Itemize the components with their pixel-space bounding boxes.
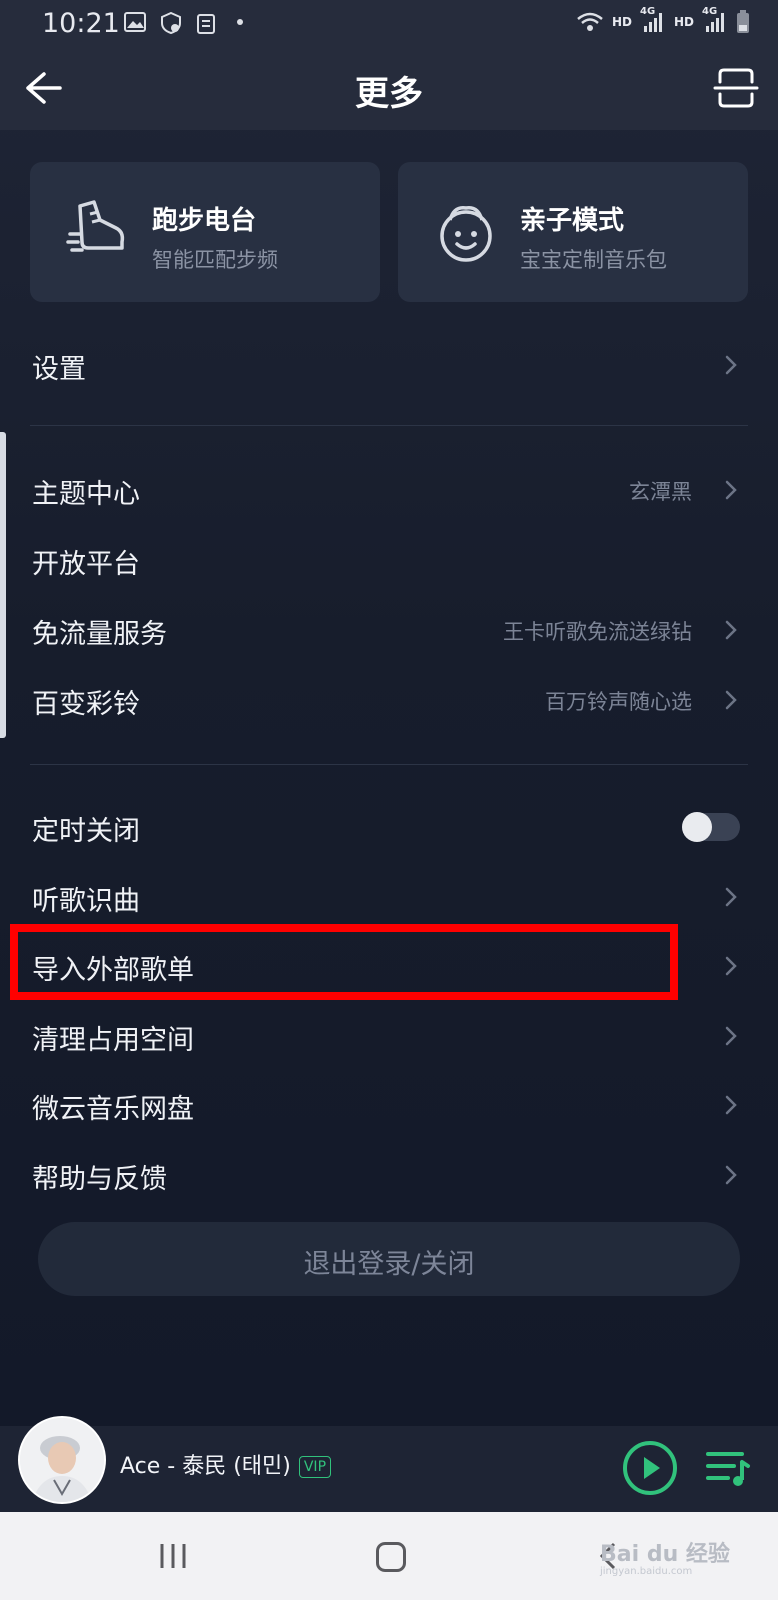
status-time: 10:21 bbox=[42, 8, 120, 39]
recent-apps-icon[interactable] bbox=[158, 1542, 188, 1570]
theme-center-value: 玄潭黑 bbox=[629, 480, 692, 504]
dot-icon bbox=[237, 19, 243, 25]
card-subtitle: 宝宝定制音乐包 bbox=[520, 248, 667, 272]
free-data-value: 王卡听歌免流送绿钻 bbox=[503, 620, 692, 644]
highlight-box bbox=[10, 924, 678, 1000]
chevron-right-icon bbox=[725, 1095, 737, 1115]
card-title: 跑步电台 bbox=[152, 206, 257, 236]
song-recognition-label: 听歌识曲 bbox=[32, 886, 140, 917]
timer-row: 定时关闭 bbox=[0, 795, 778, 859]
playlist-icon[interactable] bbox=[704, 1444, 752, 1492]
chevron-right-icon bbox=[725, 480, 737, 500]
timer-label: 定时关闭 bbox=[32, 816, 140, 847]
ringtone-row[interactable]: 百变彩铃 百万铃声随心选 bbox=[0, 668, 778, 732]
vpn-shield-icon bbox=[161, 12, 181, 34]
edge-panel-handle[interactable] bbox=[0, 432, 6, 738]
ringtone-label: 百变彩铃 bbox=[32, 689, 140, 720]
header: 更多 bbox=[0, 46, 778, 130]
divider bbox=[30, 764, 748, 765]
ringtone-value: 百万铃声随心选 bbox=[545, 690, 692, 714]
album-art[interactable] bbox=[18, 1416, 106, 1504]
logout-label: 退出登录/关闭 bbox=[303, 1249, 475, 1280]
chevron-right-icon bbox=[725, 1026, 737, 1046]
settings-row[interactable]: 设置 bbox=[0, 333, 778, 397]
theme-center-label: 主题中心 bbox=[32, 479, 140, 510]
baby-face-icon bbox=[440, 206, 492, 262]
vip-badge: VIP bbox=[298, 1456, 332, 1478]
logout-button[interactable]: 退出登录/关闭 bbox=[38, 1222, 740, 1296]
card-title: 亲子模式 bbox=[520, 206, 625, 236]
scan-icon[interactable] bbox=[712, 64, 760, 112]
clean-space-label: 清理占用空间 bbox=[32, 1025, 194, 1056]
signal-icon: 4G bbox=[640, 6, 666, 34]
chevron-right-icon bbox=[725, 887, 737, 907]
network-1-label: HD bbox=[611, 15, 632, 29]
signal-icon-2: 4G bbox=[702, 6, 728, 34]
chevron-right-icon bbox=[725, 1165, 737, 1185]
running-radio-card[interactable]: 跑步电台 智能匹配步频 bbox=[30, 162, 380, 302]
running-shoe-icon bbox=[66, 200, 125, 252]
watermark-brand: Bai du 经验 bbox=[600, 1542, 730, 1567]
free-data-row[interactable]: 免流量服务 王卡听歌免流送绿钻 bbox=[0, 598, 778, 662]
help-feedback-label: 帮助与反馈 bbox=[32, 1164, 167, 1195]
clean-space-row[interactable]: 清理占用空间 bbox=[0, 1004, 778, 1068]
watermark-url: jingyan.baidu.com bbox=[600, 1566, 693, 1577]
now-playing-title: Ace - 泰民 (태민) VIP bbox=[120, 1448, 332, 1480]
clipboard-icon bbox=[197, 14, 215, 34]
weiyun-disk-row[interactable]: 微云音乐网盘 bbox=[0, 1073, 778, 1137]
kids-mode-card[interactable]: 亲子模式 宝宝定制音乐包 bbox=[398, 162, 748, 302]
weiyun-disk-label: 微云音乐网盘 bbox=[32, 1094, 194, 1125]
chevron-right-icon bbox=[725, 355, 737, 375]
page-title: 更多 bbox=[355, 74, 423, 114]
mini-player[interactable]: Ace - 泰民 (태민) VIP bbox=[0, 1416, 778, 1512]
battery-icon bbox=[737, 10, 749, 33]
status-right: HD 4G HD 4G bbox=[576, 6, 750, 34]
open-platform-label: 开放平台 bbox=[32, 549, 140, 580]
status-bar: 10:21 HD 4G HD 4G bbox=[0, 0, 778, 46]
screen: 10:21 HD 4G HD 4G 更多 跑步电台 智能匹配步频 亲子模式 宝宝… bbox=[0, 0, 778, 1600]
card-subtitle: 智能匹配步频 bbox=[152, 248, 278, 272]
image-icon bbox=[124, 12, 146, 32]
help-feedback-row[interactable]: 帮助与反馈 bbox=[0, 1143, 778, 1207]
toggle-knob bbox=[682, 812, 712, 842]
chevron-right-icon bbox=[725, 690, 737, 710]
free-data-label: 免流量服务 bbox=[32, 619, 167, 650]
timer-toggle[interactable] bbox=[682, 812, 740, 842]
song-recognition-row[interactable]: 听歌识曲 bbox=[0, 865, 778, 929]
play-icon[interactable] bbox=[622, 1440, 678, 1496]
settings-label: 设置 bbox=[32, 354, 86, 385]
baidu-watermark: Bai du 经验 jingyan.baidu.com bbox=[600, 1536, 730, 1577]
wifi-icon bbox=[577, 12, 603, 31]
open-platform-row[interactable]: 开放平台 bbox=[0, 528, 778, 592]
chevron-right-icon bbox=[725, 620, 737, 640]
song-title: Ace - 泰民 (태민) bbox=[120, 1454, 291, 1479]
home-icon[interactable] bbox=[376, 1542, 406, 1572]
theme-center-row[interactable]: 主题中心 玄潭黑 bbox=[0, 458, 778, 522]
divider bbox=[30, 425, 748, 426]
chevron-right-icon bbox=[725, 956, 737, 976]
network-2-label: HD bbox=[673, 15, 694, 29]
